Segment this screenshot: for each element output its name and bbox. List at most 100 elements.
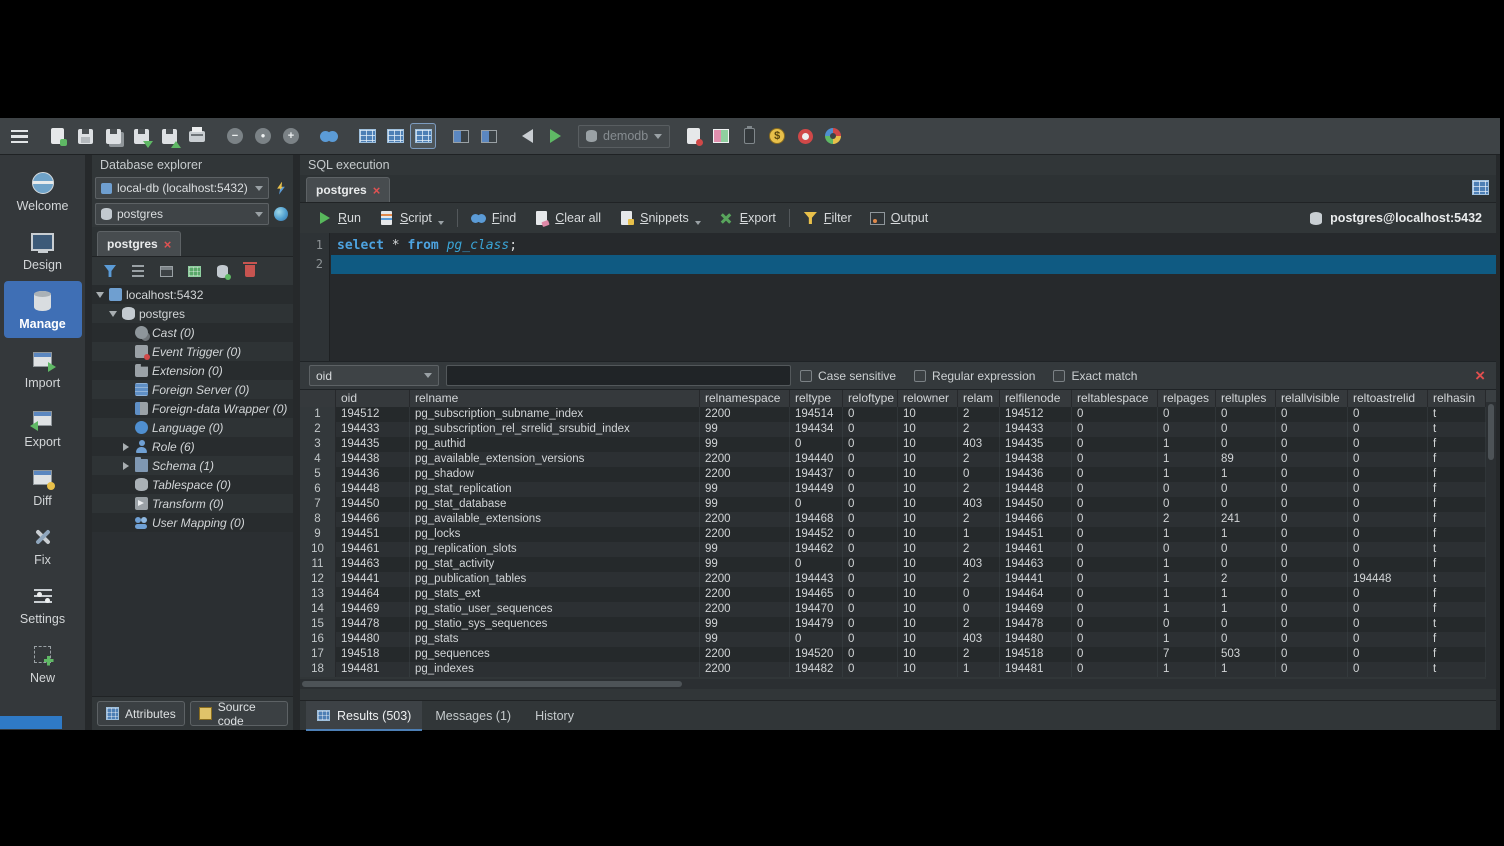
table-cell[interactable]: 2 bbox=[958, 482, 1000, 497]
table-cell[interactable]: 10 bbox=[898, 662, 958, 677]
table-cell[interactable]: 194514 bbox=[790, 407, 843, 422]
column-header-relfilenode[interactable]: relfilenode bbox=[1000, 390, 1072, 407]
table-cell[interactable]: 0 bbox=[1348, 617, 1428, 632]
table-cell[interactable]: 241 bbox=[1216, 512, 1276, 527]
table-cell[interactable]: 1 bbox=[1158, 662, 1216, 677]
find-button[interactable]: Find bbox=[462, 206, 525, 230]
table-cell[interactable]: 194481 bbox=[336, 662, 410, 677]
table-cell[interactable]: f bbox=[1428, 482, 1486, 497]
table-cell[interactable]: 194448 bbox=[1348, 572, 1428, 587]
table-cell[interactable]: 10 bbox=[898, 557, 958, 572]
table-cell[interactable]: 503 bbox=[1216, 647, 1276, 662]
table-cell[interactable]: 0 bbox=[1348, 587, 1428, 602]
scrollbar-thumb[interactable] bbox=[1488, 404, 1494, 460]
table-cell[interactable]: 1 bbox=[1158, 602, 1216, 617]
script-button[interactable]: Script bbox=[370, 206, 453, 230]
sidebar-item-diff[interactable]: Diff bbox=[4, 458, 82, 515]
table-cell[interactable]: 194512 bbox=[336, 407, 410, 422]
export-button[interactable]: Export bbox=[710, 206, 785, 230]
table-cell[interactable]: 194443 bbox=[790, 572, 843, 587]
sidebar-item-settings[interactable]: Settings bbox=[4, 576, 82, 633]
table-cell[interactable]: 0 bbox=[843, 497, 898, 512]
table-row[interactable]: 1194512pg_subscription_subname_index2200… bbox=[300, 407, 1486, 422]
table-cell[interactable]: 0 bbox=[1276, 452, 1348, 467]
data-grid-alt-icon[interactable] bbox=[382, 123, 408, 149]
table-cell[interactable]: 2 bbox=[958, 422, 1000, 437]
table-cell[interactable]: 0 bbox=[843, 407, 898, 422]
table-cell[interactable]: 10 bbox=[898, 482, 958, 497]
table-cell[interactable]: 0 bbox=[1348, 662, 1428, 677]
table-cell[interactable]: 10 bbox=[898, 527, 958, 542]
table-row[interactable]: 15194478pg_statio_sys_sequences991944790… bbox=[300, 617, 1486, 632]
expander-down-icon[interactable] bbox=[108, 309, 118, 319]
table-cell[interactable]: 0 bbox=[1276, 407, 1348, 422]
table-cell[interactable]: 194448 bbox=[1000, 482, 1072, 497]
table-cell[interactable]: 0 bbox=[1276, 632, 1348, 647]
connect-icon[interactable] bbox=[272, 179, 290, 197]
table-cell[interactable]: 0 bbox=[843, 602, 898, 617]
table-cell[interactable]: 99 bbox=[700, 557, 790, 572]
table-cell[interactable]: pg_indexes bbox=[410, 662, 700, 677]
filter-column-selector[interactable]: oid bbox=[309, 365, 439, 386]
search-icon[interactable] bbox=[316, 123, 342, 149]
table-row[interactable]: 10194461pg_replication_slots991944620102… bbox=[300, 542, 1486, 557]
table-cell[interactable]: 10 bbox=[898, 572, 958, 587]
table-cell[interactable]: 0 bbox=[1276, 647, 1348, 662]
table-cell[interactable]: pg_publication_tables bbox=[410, 572, 700, 587]
table-cell[interactable]: 194450 bbox=[1000, 497, 1072, 512]
table-cell[interactable]: 0 bbox=[1158, 482, 1216, 497]
table-cell[interactable]: 10 bbox=[898, 542, 958, 557]
tree-item-extension-0[interactable]: Extension (0) bbox=[92, 361, 293, 380]
table-cell[interactable]: 1 bbox=[1216, 662, 1276, 677]
table-cell[interactable]: 194469 bbox=[1000, 602, 1072, 617]
table-cell[interactable]: 0 bbox=[1276, 512, 1348, 527]
table-cell[interactable]: 2 bbox=[958, 542, 1000, 557]
navigate-back-icon[interactable] bbox=[514, 123, 540, 149]
table-cell[interactable]: pg_stats_ext bbox=[410, 587, 700, 602]
table-cell[interactable]: 0 bbox=[843, 482, 898, 497]
table-cell[interactable]: 194451 bbox=[336, 527, 410, 542]
table-row[interactable]: 14194469pg_statio_user_sequences22001944… bbox=[300, 602, 1486, 617]
table-cell[interactable]: 0 bbox=[1158, 542, 1216, 557]
table-cell[interactable]: 1 bbox=[1216, 587, 1276, 602]
table-cell[interactable]: 0 bbox=[1072, 527, 1158, 542]
table-cell[interactable]: 1 bbox=[1158, 437, 1216, 452]
table-cell[interactable]: 0 bbox=[1072, 572, 1158, 587]
table-cell[interactable]: f bbox=[1428, 512, 1486, 527]
filter-objects-icon[interactable] bbox=[101, 262, 119, 280]
split-vertical-icon[interactable] bbox=[476, 123, 502, 149]
table-cell[interactable]: 0 bbox=[843, 662, 898, 677]
table-cell[interactable]: 0 bbox=[1348, 557, 1428, 572]
driver-manager-icon[interactable] bbox=[736, 123, 762, 149]
table-cell[interactable]: 7 bbox=[1158, 647, 1216, 662]
table-cell[interactable]: 0 bbox=[1072, 617, 1158, 632]
column-header-relowner[interactable]: relowner bbox=[898, 390, 958, 407]
column-header-oid[interactable]: oid bbox=[336, 390, 410, 407]
table-cell[interactable]: 0 bbox=[1216, 422, 1276, 437]
table-cell[interactable]: 194433 bbox=[1000, 422, 1072, 437]
column-header-relnamespace[interactable]: relnamespace bbox=[700, 390, 790, 407]
table-cell[interactable]: f bbox=[1428, 497, 1486, 512]
table-cell[interactable]: 194438 bbox=[1000, 452, 1072, 467]
table-cell[interactable]: 0 bbox=[843, 647, 898, 662]
table-cell[interactable]: 99 bbox=[700, 422, 790, 437]
table-cell[interactable]: 194468 bbox=[790, 512, 843, 527]
explorer-database-selector[interactable]: postgres bbox=[95, 203, 269, 225]
save-icon[interactable] bbox=[72, 123, 98, 149]
table-cell[interactable]: 194464 bbox=[1000, 587, 1072, 602]
table-cell[interactable]: 194433 bbox=[336, 422, 410, 437]
tree-item-user-mapping-0[interactable]: User Mapping (0) bbox=[92, 513, 293, 532]
table-cell[interactable]: 0 bbox=[1216, 617, 1276, 632]
table-cell[interactable]: 0 bbox=[1072, 512, 1158, 527]
table-cell[interactable]: 0 bbox=[1216, 557, 1276, 572]
table-cell[interactable]: 89 bbox=[1216, 452, 1276, 467]
collapse-all-icon[interactable] bbox=[222, 123, 248, 149]
table-cell[interactable]: 0 bbox=[1072, 602, 1158, 617]
table-cell[interactable]: 0 bbox=[1072, 557, 1158, 572]
table-cell[interactable]: pg_replication_slots bbox=[410, 542, 700, 557]
table-cell[interactable]: 0 bbox=[1072, 467, 1158, 482]
table-cell[interactable]: 2 bbox=[958, 512, 1000, 527]
table-cell[interactable]: pg_sequences bbox=[410, 647, 700, 662]
sidebar-item-import[interactable]: Import bbox=[4, 340, 82, 397]
table-cell[interactable]: 194461 bbox=[1000, 542, 1072, 557]
